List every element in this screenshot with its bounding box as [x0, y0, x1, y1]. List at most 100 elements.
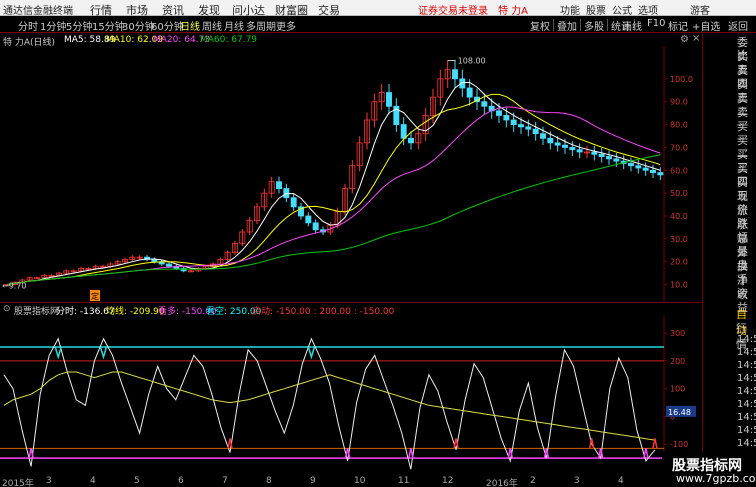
price-chart[interactable]: 100.0 90.0 80.0 70.0 60.0 50.0 40.0 30.0 20.0 10.… [0, 46, 702, 302]
tab-fenshi[interactable]: 分时 [18, 18, 38, 33]
candle-body [400, 124, 407, 139]
date-tick-label: 9 [310, 476, 316, 486]
menu-hangqing[interactable]: 行情 [90, 2, 112, 18]
tab-yuexian[interactable]: 月线 [224, 18, 244, 33]
candle-body [151, 259, 158, 263]
date-tick-label: 2016年 [486, 479, 518, 487]
menu-wenxiaoda[interactable]: 问小达 [232, 2, 265, 18]
tick-time: 14:50 [737, 386, 756, 397]
tick-time: 14:50 [737, 438, 756, 449]
price-tick-label: 60.0 [670, 166, 688, 175]
price-tick-label: 100.0 [670, 75, 693, 84]
tab-15min[interactable]: 15分钟 [92, 18, 125, 33]
btn-diejia[interactable]: 叠加 [557, 18, 577, 33]
menu-gongshi[interactable]: 公式 [612, 2, 632, 17]
candle-body [606, 156, 612, 160]
toolbar-divider [580, 19, 581, 31]
price-tick-label: 20.0 [670, 258, 688, 267]
login-warning[interactable]: 证券交易未登录 [418, 2, 488, 17]
ding-marker-label: 定 [91, 291, 99, 301]
date-tick-label: 7 [222, 476, 228, 486]
candle-body [547, 137, 554, 144]
date-tick-label: 4 [90, 476, 96, 486]
candle-body [554, 142, 561, 146]
tab-more[interactable]: 更多 [276, 18, 296, 33]
tab-5min[interactable]: 5分钟 [66, 18, 92, 33]
ma60-line [7, 154, 661, 286]
low-label: ←9.70 [2, 281, 27, 290]
btn-duogu[interactable]: 多股 [584, 18, 604, 33]
indicator-icon[interactable]: ⊙ [3, 304, 11, 314]
candle-body [305, 215, 312, 224]
btn-zixuan[interactable]: +自选 [692, 18, 720, 33]
watermark: 股票指标网 www.7gpzb.com [662, 452, 756, 487]
tab-zhouxian[interactable]: 周线 [202, 18, 222, 33]
menu-youke[interactable]: 游客 [690, 2, 710, 17]
btn-fanhui[interactable]: 返回 [728, 18, 748, 33]
indicator-chart[interactable]: 3002001000-100-20016.48 [0, 316, 702, 476]
candle-body [657, 172, 664, 176]
btn-f10[interactable]: F10 [647, 18, 665, 29]
tab-1min[interactable]: 1分钟 [40, 18, 66, 33]
kanduo-signal [307, 346, 316, 360]
kankong-signal [643, 447, 649, 459]
btn-biaoji[interactable]: 标记 [668, 18, 688, 33]
panel-divider [0, 302, 702, 303]
qidong-signal [227, 438, 233, 449]
indicator-tick-label: 100 [670, 385, 685, 394]
top-menu-bar: 通达信金融终端 行情 市场 资讯 发现 问小达 财富圈 交易 证券交易未登录 特… [0, 0, 756, 18]
tick-time: 14:50 [737, 347, 756, 358]
quote-panel: 委比 卖五 卖四 卖三 卖二 卖一 买一 买二 买三 买四 买五 现价 涨跌 涨幅 总量 外盘 换手 净资 收益 自动… [702, 34, 756, 487]
tab-60min[interactable]: 60分钟 [151, 18, 184, 33]
candle-body [276, 181, 282, 189]
current-value-label: 16.48 [668, 408, 691, 417]
kanduo-signal [99, 346, 108, 360]
tab-rixian[interactable]: 日线 [180, 18, 200, 33]
date-tick-label: 8 [266, 476, 272, 486]
watermark-url: www.7gpzb.com [676, 472, 756, 485]
price-tick-label: 50.0 [670, 189, 688, 198]
tick-time: 14:50 [737, 425, 756, 436]
tab-30min[interactable]: 30分钟 [122, 18, 155, 33]
indicator-tick-label: 300 [670, 329, 685, 338]
btn-fuquan[interactable]: 复权 [530, 18, 550, 33]
date-axis: 2015年 3 4 5 6 7 8 9 10 11 12 2016年 2 3 4 [0, 476, 702, 487]
menu-shichang[interactable]: 市场 [126, 2, 148, 18]
price-tick-label: 80.0 [670, 121, 688, 130]
tick-time: 14:50 [737, 360, 756, 371]
candle-body [503, 115, 510, 121]
tick-time: 14:50 [737, 373, 756, 384]
toolbar-divider [553, 19, 554, 31]
kankong-signal [507, 447, 514, 459]
date-tick-label: 2 [530, 476, 536, 486]
toolbar-divider [607, 19, 608, 31]
app-title: 通达信金融终端 [3, 6, 73, 17]
date-tick-label: 4 [618, 476, 624, 486]
close-icon[interactable]: × [692, 33, 700, 44]
menu-caifuquan[interactable]: 财富圈 [275, 2, 308, 18]
tab-duozhouqi[interactable]: 多周期 [246, 18, 276, 33]
date-tick-label: 3 [46, 476, 52, 486]
price-tick-label: 70.0 [670, 143, 688, 152]
settings-icon[interactable]: ⚙ [680, 34, 689, 45]
high-label: 108.00 [458, 57, 486, 66]
menu-zixun[interactable]: 资讯 [162, 2, 184, 18]
indicator-tick-label: 200 [670, 357, 685, 366]
candle-body [613, 158, 620, 162]
menu-faxian[interactable]: 发现 [198, 2, 220, 18]
menu-xuanxiang[interactable]: 选项 [638, 2, 658, 17]
candle-body [591, 151, 598, 155]
candle-body [562, 144, 568, 148]
candle-body [532, 128, 539, 135]
menu-jiaoyi[interactable]: 交易 [318, 2, 340, 18]
fenshi-line [3, 337, 656, 470]
indicator-tick-label: -100 [670, 440, 688, 449]
candle-body [312, 222, 319, 231]
indicator-legend: ⊙ 股票指标网 分时: -136.67 均线: -209.90 看多: -150… [0, 304, 700, 317]
btn-huaxian[interactable]: 画线 [622, 18, 642, 33]
candle-body [642, 167, 649, 171]
menu-gupiao[interactable]: 股票 [586, 2, 606, 17]
candle-body [540, 133, 546, 139]
candle-body [576, 149, 583, 153]
menu-gongneng[interactable]: 功能 [560, 2, 580, 17]
